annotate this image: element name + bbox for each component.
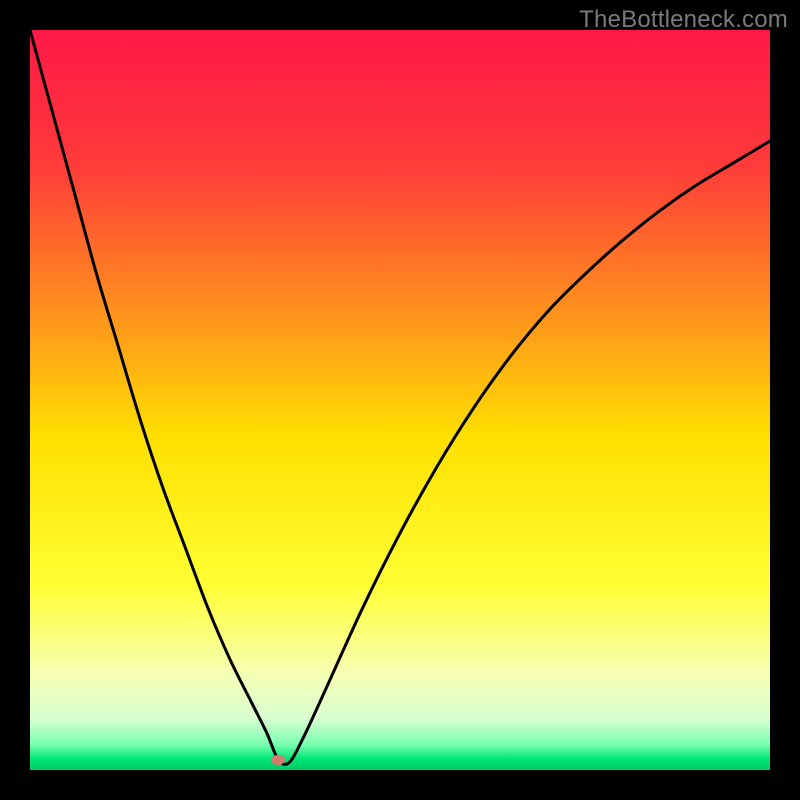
plot-area bbox=[30, 30, 770, 770]
chart-frame: TheBottleneck.com bbox=[0, 0, 800, 800]
optimum-point-marker bbox=[271, 755, 285, 765]
bottleneck-curve bbox=[30, 30, 770, 770]
